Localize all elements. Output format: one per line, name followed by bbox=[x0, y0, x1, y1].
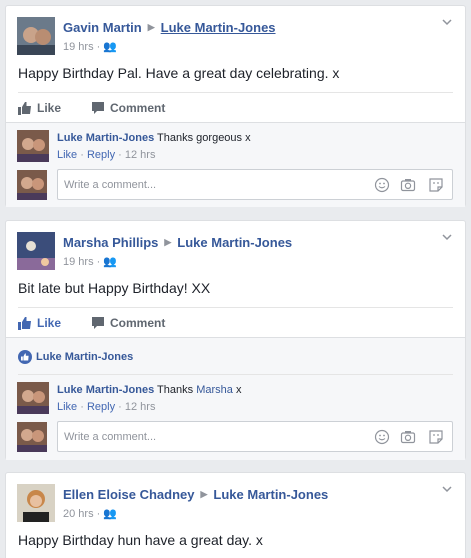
arrow-right-icon: ▶ bbox=[200, 489, 208, 499]
arrow-right-icon: ▶ bbox=[147, 22, 155, 32]
divider bbox=[18, 307, 453, 308]
comment-input[interactable]: Write a comment... bbox=[57, 421, 453, 452]
post-text: Bit late but Happy Birthday! XX bbox=[18, 280, 211, 296]
comment-reply-link[interactable]: Reply bbox=[87, 149, 115, 161]
comment-time[interactable]: 12 hrs bbox=[125, 149, 156, 161]
comment-actions: Like · Reply · 12 hrs bbox=[57, 149, 156, 161]
like-label: Like bbox=[37, 316, 62, 330]
comment-label: Comment bbox=[110, 101, 166, 115]
target-name[interactable]: Luke Martin-Jones bbox=[213, 487, 328, 502]
emoji-icon[interactable] bbox=[374, 177, 390, 193]
liked-by-name: Luke Martin-Jones bbox=[36, 351, 134, 363]
comment-body: Thanks bbox=[157, 384, 194, 396]
author-name[interactable]: Ellen Eloise Chadney bbox=[63, 487, 195, 502]
author-avatar[interactable] bbox=[17, 17, 55, 55]
comment-label: Comment bbox=[110, 316, 166, 330]
user-avatar bbox=[17, 422, 47, 452]
post-card: Ellen Eloise Chadney ▶ Luke Martin-Jones 2… bbox=[5, 472, 466, 558]
comment-body: Thanks gorgeous x bbox=[157, 132, 251, 144]
post-names: Marsha Phillips ▶ Luke Martin-Jones bbox=[63, 235, 292, 250]
comment-mention[interactable]: Marsha bbox=[196, 384, 233, 396]
post-header: Ellen Eloise Chadney ▶ Luke Martin-Jones 2… bbox=[6, 473, 465, 533]
post-time[interactable]: 19 hrs bbox=[63, 41, 94, 53]
comment-placeholder: Write a comment... bbox=[64, 431, 157, 443]
friends-icon: 👥 bbox=[103, 508, 117, 520]
post-text: Happy Birthday Pal. Have a great day cel… bbox=[18, 65, 340, 81]
target-name[interactable]: Luke Martin-Jones bbox=[177, 235, 292, 250]
post-names: Gavin Martin ▶ Luke Martin-Jones bbox=[63, 20, 276, 35]
divider bbox=[18, 92, 453, 93]
chevron-down-icon[interactable] bbox=[440, 15, 454, 29]
author-name[interactable]: Marsha Phillips bbox=[63, 235, 158, 250]
commenter-avatar[interactable] bbox=[17, 130, 49, 162]
thumbs-up-icon bbox=[18, 102, 31, 115]
arrow-right-icon: ▶ bbox=[164, 237, 172, 247]
comment-body-end: x bbox=[235, 384, 242, 396]
target-name[interactable]: Luke Martin-Jones bbox=[161, 20, 276, 35]
post-names: Ellen Eloise Chadney ▶ Luke Martin-Jones bbox=[63, 487, 328, 502]
comment-author[interactable]: Luke Martin-Jones bbox=[57, 384, 154, 396]
emoji-icon[interactable] bbox=[374, 429, 390, 445]
post-meta: 19 hrs · 👥 bbox=[63, 40, 117, 53]
comment-button[interactable]: Comment bbox=[91, 101, 165, 115]
post-time[interactable]: 20 hrs bbox=[63, 508, 94, 520]
post-card: Gavin Martin ▶ Luke Martin-Jones 19 hrs · 👥 … bbox=[5, 5, 466, 207]
separator-dot: · bbox=[96, 41, 101, 53]
comment-icon bbox=[92, 317, 104, 329]
comment-text: Luke Martin-Jones Thanks Marsha x bbox=[57, 384, 241, 396]
comment-like-link[interactable]: Like bbox=[57, 401, 77, 413]
comment-like-link[interactable]: Like bbox=[57, 149, 77, 161]
like-button[interactable]: Like bbox=[18, 316, 61, 330]
comment-actions: Like · Reply · 12 hrs bbox=[57, 401, 156, 413]
comment-author[interactable]: Luke Martin-Jones bbox=[57, 132, 154, 144]
separator-dot: · bbox=[96, 256, 101, 268]
post-meta: 19 hrs · 👥 bbox=[63, 255, 117, 268]
friends-icon: 👥 bbox=[103, 256, 117, 268]
thumbs-up-icon bbox=[18, 317, 31, 330]
sticker-icon[interactable] bbox=[428, 429, 444, 445]
comment-icon bbox=[92, 102, 104, 114]
chevron-down-icon[interactable] bbox=[440, 482, 454, 496]
post-header: Marsha Phillips ▶ Luke Martin-Jones 19 hrs… bbox=[6, 221, 465, 281]
divider bbox=[18, 374, 453, 375]
comments-section: Luke Martin-Jones Luke Martin-Jones Than… bbox=[6, 337, 465, 460]
like-reaction-icon bbox=[18, 350, 32, 364]
comment-time[interactable]: 12 hrs bbox=[125, 401, 156, 413]
like-label: Like bbox=[37, 101, 62, 115]
camera-icon[interactable] bbox=[400, 177, 416, 193]
sticker-icon[interactable] bbox=[428, 177, 444, 193]
author-avatar[interactable] bbox=[17, 232, 55, 270]
post-text: Happy Birthday hun have a great day. x bbox=[18, 532, 263, 548]
author-name[interactable]: Gavin Martin bbox=[63, 20, 142, 35]
comment-input[interactable]: Write a comment... bbox=[57, 169, 453, 200]
comments-section: Luke Martin-Jones Thanks gorgeous x Like… bbox=[6, 122, 465, 207]
commenter-avatar[interactable] bbox=[17, 382, 49, 414]
post-meta: 20 hrs · 👥 bbox=[63, 507, 117, 520]
comment-reply-link[interactable]: Reply bbox=[87, 401, 115, 413]
friends-icon: 👥 bbox=[103, 41, 117, 53]
comment-text: Luke Martin-Jones Thanks gorgeous x bbox=[57, 132, 251, 144]
post-time[interactable]: 19 hrs bbox=[63, 256, 94, 268]
user-avatar bbox=[17, 170, 47, 200]
comment-button[interactable]: Comment bbox=[91, 316, 165, 330]
author-avatar[interactable] bbox=[17, 484, 55, 522]
post-card: Marsha Phillips ▶ Luke Martin-Jones 19 hrs… bbox=[5, 220, 466, 460]
comment-placeholder: Write a comment... bbox=[64, 179, 157, 191]
like-button[interactable]: Like bbox=[18, 101, 61, 115]
chevron-down-icon[interactable] bbox=[440, 230, 454, 244]
camera-icon[interactable] bbox=[400, 429, 416, 445]
post-header: Gavin Martin ▶ Luke Martin-Jones 19 hrs · 👥 bbox=[6, 6, 465, 66]
separator-dot: · bbox=[96, 508, 101, 520]
like-summary[interactable]: Luke Martin-Jones bbox=[18, 350, 133, 364]
